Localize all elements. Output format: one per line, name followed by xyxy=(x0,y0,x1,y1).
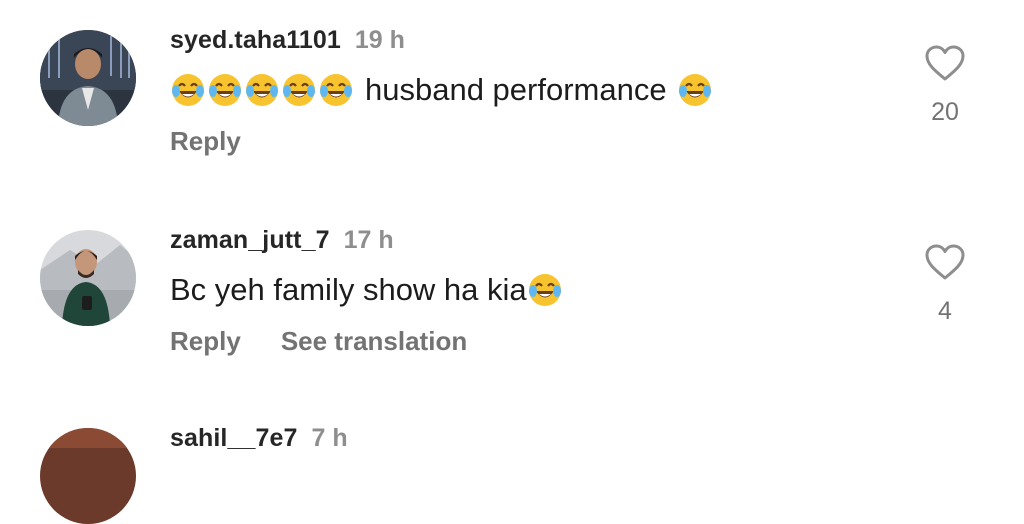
heart-outline-icon[interactable] xyxy=(922,44,968,82)
face-with-tears-of-joy-icon xyxy=(170,72,206,108)
comment-username[interactable]: syed.taha1101 xyxy=(170,26,341,54)
avatar[interactable] xyxy=(40,428,136,524)
comment-meta: syed.taha1101 19 h xyxy=(170,26,405,55)
face-with-tears-of-joy-icon xyxy=(281,72,317,108)
comment-actions: Reply See translation xyxy=(170,326,507,357)
comment-timestamp: 19 h xyxy=(354,26,405,54)
face-with-tears-of-joy-icon xyxy=(527,272,563,308)
avatar[interactable] xyxy=(40,30,136,126)
comment-text-content: husband performance xyxy=(365,72,667,107)
avatar[interactable] xyxy=(40,230,136,326)
comment-text: husband performance xyxy=(170,72,714,108)
comment-username[interactable]: sahil__7e7 xyxy=(170,424,298,452)
comment-timestamp: 7 h xyxy=(311,424,348,452)
comment-actions: Reply xyxy=(170,126,281,157)
reply-button[interactable]: Reply xyxy=(170,326,241,356)
comment-text: Bc yeh family show ha kia xyxy=(170,272,564,308)
like-count: 20 xyxy=(931,98,959,126)
comment-timestamp: 17 h xyxy=(343,226,394,254)
heart-outline-icon[interactable] xyxy=(922,243,968,281)
face-with-tears-of-joy-icon xyxy=(677,72,713,108)
comment-meta: sahil__7e7 7 h xyxy=(170,424,348,453)
face-with-tears-of-joy-icon xyxy=(207,72,243,108)
comment-username[interactable]: zaman_jutt_7 xyxy=(170,226,330,254)
like-count: 4 xyxy=(938,297,952,325)
like-control: 20 xyxy=(922,44,968,127)
like-control: 4 xyxy=(922,243,968,326)
comment-meta: zaman_jutt_7 17 h xyxy=(170,226,394,255)
face-with-tears-of-joy-icon xyxy=(318,72,354,108)
comment-text-content: Bc yeh family show ha kia xyxy=(170,272,527,307)
reply-button[interactable]: Reply xyxy=(170,126,241,156)
see-translation-button[interactable]: See translation xyxy=(281,326,467,356)
face-with-tears-of-joy-icon xyxy=(244,72,280,108)
